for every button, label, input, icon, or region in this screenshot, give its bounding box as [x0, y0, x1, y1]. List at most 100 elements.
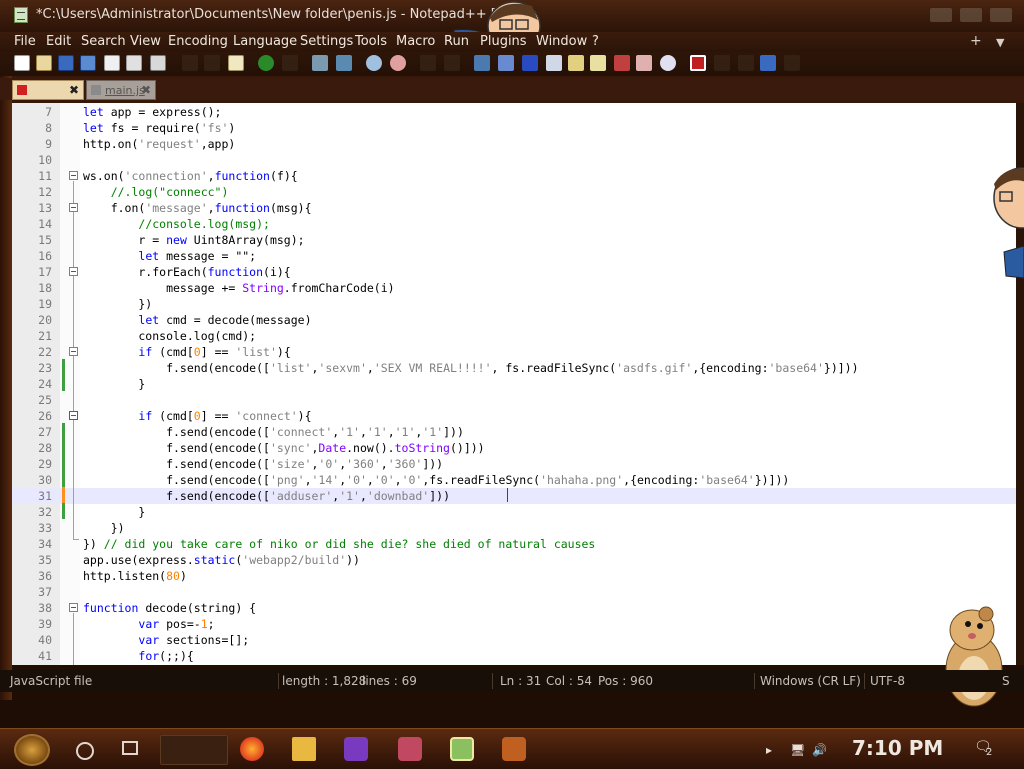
tab-main-js[interactable]: main.js ✖: [86, 80, 156, 100]
record-macro-icon[interactable]: [690, 55, 706, 71]
visual-studio-icon[interactable]: [344, 737, 368, 761]
code-line[interactable]: 34}) // did you take care of niko or did…: [12, 536, 1016, 552]
zoom-out-icon[interactable]: [390, 55, 406, 71]
maximize-button[interactable]: [960, 8, 982, 22]
code-line[interactable]: 10: [12, 152, 1016, 168]
code-text[interactable]: var pos=-1;: [83, 616, 214, 632]
code-text[interactable]: let message = "";: [83, 248, 256, 264]
code-text[interactable]: f.send(encode(['connect','1','1','1','1'…: [83, 424, 464, 440]
menu-tools[interactable]: Tools: [355, 34, 387, 49]
play-macro-icon[interactable]: [738, 55, 754, 71]
code-line[interactable]: 20 let cmd = decode(message): [12, 312, 1016, 328]
menu-plugins[interactable]: Plugins: [480, 34, 527, 49]
panel-icon[interactable]: [660, 55, 676, 71]
run-macro-multiple-icon[interactable]: [760, 55, 776, 71]
code-line[interactable]: 29 f.send(encode(['size','0','360','360'…: [12, 456, 1016, 472]
code-text[interactable]: console.log(cmd);: [83, 328, 256, 344]
fold-toggle-icon[interactable]: [69, 347, 78, 356]
vu-meter-icon[interactable]: [502, 737, 526, 761]
tab-list-chevron-icon[interactable]: ▼: [996, 36, 1004, 49]
stop-record-icon[interactable]: [714, 55, 730, 71]
code-line[interactable]: 36 http.listen(80): [12, 568, 1016, 584]
sync-horizontal-icon[interactable]: [444, 55, 460, 71]
close-tab-icon[interactable]: ✖: [141, 83, 151, 97]
code-text[interactable]: f.on('message',function(msg){: [83, 200, 312, 216]
code-text[interactable]: for(;;){: [83, 648, 193, 664]
clipboard-history-icon[interactable]: [636, 55, 652, 71]
zoom-in-icon[interactable]: [366, 55, 382, 71]
code-text[interactable]: r = new Uint8Array(msg);: [83, 232, 304, 248]
code-line[interactable]: 41 for(;;){: [12, 648, 1016, 664]
code-text[interactable]: var sections=[];: [83, 632, 249, 648]
doc-map-icon[interactable]: [546, 55, 562, 71]
code-line[interactable]: 23 f.send(encode(['list','sexvm','SEX VM…: [12, 360, 1016, 376]
code-line[interactable]: 12 //.log("connecc"): [12, 184, 1016, 200]
save-all-icon[interactable]: [80, 55, 96, 71]
network-icon[interactable]: 🖥: [790, 743, 805, 757]
code-text[interactable]: }): [83, 296, 152, 312]
menu-file[interactable]: File: [14, 34, 36, 49]
code-text[interactable]: http.listen(80): [83, 568, 187, 584]
code-line[interactable]: 24 }: [12, 376, 1016, 392]
fold-toggle-icon[interactable]: [69, 203, 78, 212]
code-line[interactable]: 32 }: [12, 504, 1016, 520]
code-text[interactable]: f.send(encode(['png','14','0','0','0',fs…: [83, 472, 789, 488]
function-list-icon[interactable]: [568, 55, 584, 71]
code-line[interactable]: 38 function decode(string) {: [12, 600, 1016, 616]
menu-help[interactable]: ?: [592, 34, 599, 49]
menu-view[interactable]: View: [130, 34, 161, 49]
code-line[interactable]: 35 app.use(express.static('webapp2/build'…: [12, 552, 1016, 568]
save-macro-icon[interactable]: [784, 55, 800, 71]
save-icon[interactable]: [58, 55, 74, 71]
code-line[interactable]: 28 f.send(encode(['sync',Date.now().toSt…: [12, 440, 1016, 456]
code-line[interactable]: 39 var pos=-1;: [12, 616, 1016, 632]
code-text[interactable]: }) // did you take care of niko or did s…: [83, 536, 595, 552]
code-text[interactable]: f.send(encode(['size','0','360','360'])): [83, 456, 443, 472]
code-line[interactable]: 9 http.on('request',app): [12, 136, 1016, 152]
code-text[interactable]: f.send(encode(['list','sexvm','SEX VM RE…: [83, 360, 858, 376]
new-tab-plus-icon[interactable]: +: [970, 33, 982, 49]
menu-macro[interactable]: Macro: [396, 34, 435, 49]
code-text[interactable]: r.forEach(function(i){: [83, 264, 290, 280]
code-text[interactable]: let fs = require('fs'): [83, 120, 235, 136]
volume-icon[interactable]: 🔊: [812, 743, 827, 757]
show-all-chars-icon[interactable]: [498, 55, 514, 71]
code-text[interactable]: }: [83, 504, 145, 520]
menu-encoding[interactable]: Encoding: [168, 34, 228, 49]
undo-icon[interactable]: [258, 55, 274, 71]
code-line[interactable]: 30 f.send(encode(['png','14','0','0','0'…: [12, 472, 1016, 488]
menu-language[interactable]: Language: [233, 34, 297, 49]
menu-run[interactable]: Run: [444, 34, 469, 49]
code-line[interactable]: 22 if (cmd[0] == 'list'){: [12, 344, 1016, 360]
close-tab-icon[interactable]: ✖: [69, 83, 79, 97]
game-character-icon[interactable]: [398, 737, 422, 761]
code-text[interactable]: //console.log(msg);: [83, 216, 270, 232]
paste-icon[interactable]: [228, 55, 244, 71]
fold-toggle-icon[interactable]: [69, 267, 78, 276]
code-line[interactable]: 21 console.log(cmd);: [12, 328, 1016, 344]
close-all-icon[interactable]: [126, 55, 142, 71]
taskbar-search-box[interactable]: [160, 735, 228, 765]
menu-search[interactable]: Search: [81, 34, 126, 49]
close-icon[interactable]: [104, 55, 120, 71]
fold-toggle-icon[interactable]: [69, 171, 78, 180]
find-icon[interactable]: [312, 55, 328, 71]
copy-icon[interactable]: [204, 55, 220, 71]
cut-icon[interactable]: [182, 55, 198, 71]
code-text[interactable]: }): [83, 520, 125, 536]
indent-guide-icon[interactable]: [522, 55, 538, 71]
close-window-button[interactable]: [990, 8, 1012, 22]
code-text[interactable]: if (cmd[0] == 'connect'){: [83, 408, 311, 424]
start-button[interactable]: [14, 734, 50, 766]
code-text[interactable]: }: [83, 376, 145, 392]
print-icon[interactable]: [150, 55, 166, 71]
tray-expand-icon[interactable]: ▸: [766, 743, 772, 757]
notepadpp-app-icon[interactable]: [14, 7, 28, 23]
monitor-icon[interactable]: [614, 55, 630, 71]
menu-settings[interactable]: Settings: [300, 34, 353, 49]
code-line[interactable]: 26 if (cmd[0] == 'connect'){: [12, 408, 1016, 424]
code-line[interactable]: 25: [12, 392, 1016, 408]
code-line[interactable]: 15 r = new Uint8Array(msg);: [12, 232, 1016, 248]
replace-icon[interactable]: [336, 55, 352, 71]
notepadpp-icon[interactable]: [450, 737, 474, 761]
